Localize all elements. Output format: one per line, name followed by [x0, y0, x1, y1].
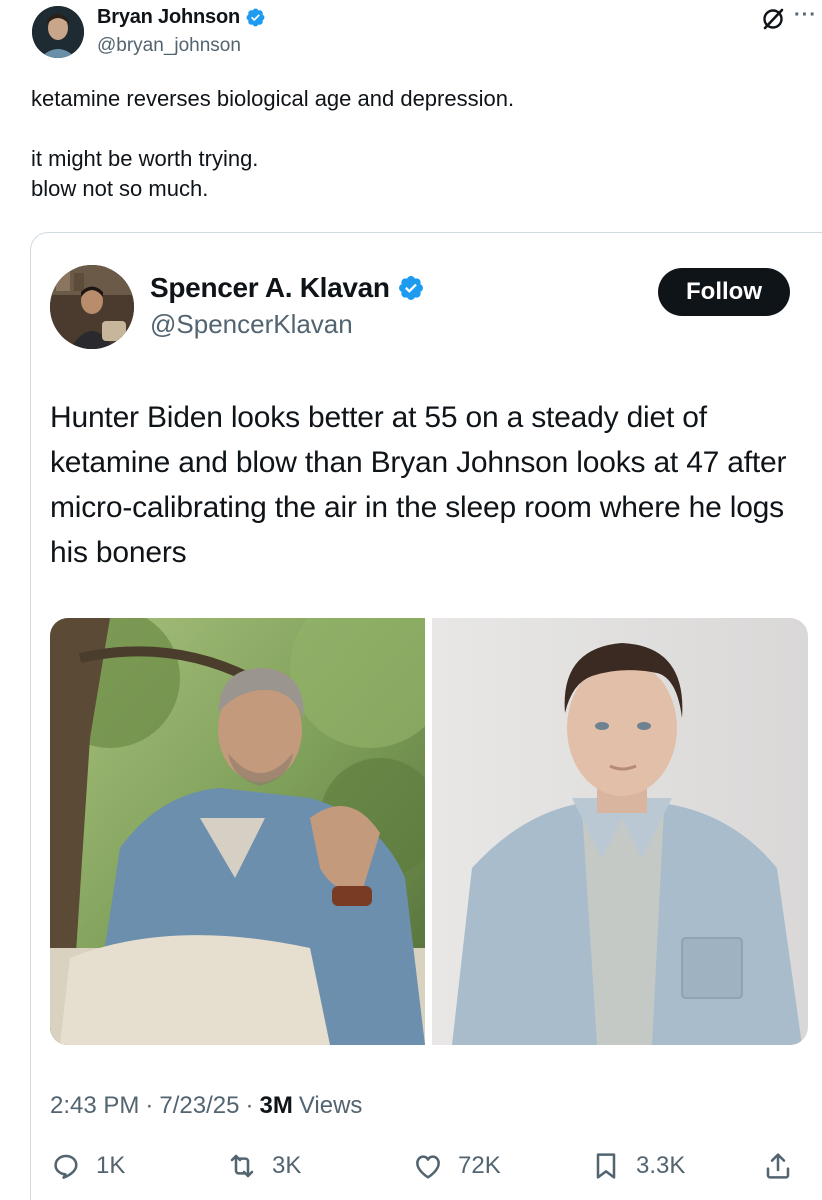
quoted-media-image-left[interactable]	[50, 618, 425, 1045]
bookmark-button[interactable]: 3.3K	[590, 1150, 685, 1182]
post-time[interactable]: 2:43 PM	[50, 1092, 139, 1120]
repost-count: 3K	[272, 1152, 302, 1179]
quoted-media-image-right[interactable]	[432, 618, 808, 1045]
post-date[interactable]: 7/23/25	[159, 1092, 239, 1120]
bookmark-icon	[596, 1153, 616, 1179]
author-handle[interactable]: @bryan_johnson	[97, 35, 241, 57]
like-count: 72K	[458, 1152, 501, 1179]
action-bar: 1K 3K 72K 3.3K	[50, 1150, 810, 1196]
repost-button[interactable]: 3K	[226, 1150, 301, 1182]
repost-icon	[230, 1154, 254, 1178]
quoted-post-text: Hunter Biden looks better at 55 on a ste…	[50, 401, 787, 569]
verified-badge-icon	[246, 8, 265, 27]
quoted-author-name-text[interactable]: Spencer A. Klavan	[150, 272, 390, 304]
share-icon	[766, 1153, 790, 1179]
reply-count: 1K	[96, 1152, 126, 1179]
views-label: Views	[298, 1092, 363, 1119]
author-name-text[interactable]: Bryan Johnson	[97, 6, 240, 29]
verified-badge-icon	[398, 276, 423, 300]
meta-separator: ·	[145, 1092, 154, 1119]
heart-icon	[416, 1155, 440, 1179]
quoted-author-name[interactable]: Spencer A. Klavan	[150, 272, 425, 304]
post-meta: 2:43 PM · 7/23/25 · 3M Views	[50, 1092, 362, 1120]
meta-separator: ·	[245, 1092, 254, 1119]
reply-button[interactable]: 1K	[50, 1150, 125, 1182]
reply-icon	[54, 1154, 78, 1179]
share-button[interactable]	[762, 1150, 794, 1182]
quoted-author-handle[interactable]: @SpencerKlavan	[150, 309, 353, 340]
grok-icon[interactable]	[760, 6, 786, 32]
follow-button[interactable]: Follow	[658, 268, 790, 316]
author-name[interactable]: Bryan Johnson	[97, 6, 266, 29]
like-button[interactable]: 72K	[412, 1150, 501, 1182]
post-text-line: ketamine reverses biological age and dep…	[31, 86, 515, 111]
quoted-author-avatar[interactable]	[50, 265, 134, 349]
post-text-line: it might be worth trying.	[31, 146, 259, 171]
bookmark-count: 3.3K	[636, 1152, 686, 1179]
post-text: ketamine reverses biological age and dep…	[31, 84, 791, 204]
views-count: 3M	[259, 1092, 293, 1119]
post-text-line: blow not so much.	[31, 176, 209, 201]
author-avatar[interactable]	[32, 6, 84, 58]
more-icon[interactable]: ···	[794, 4, 817, 27]
